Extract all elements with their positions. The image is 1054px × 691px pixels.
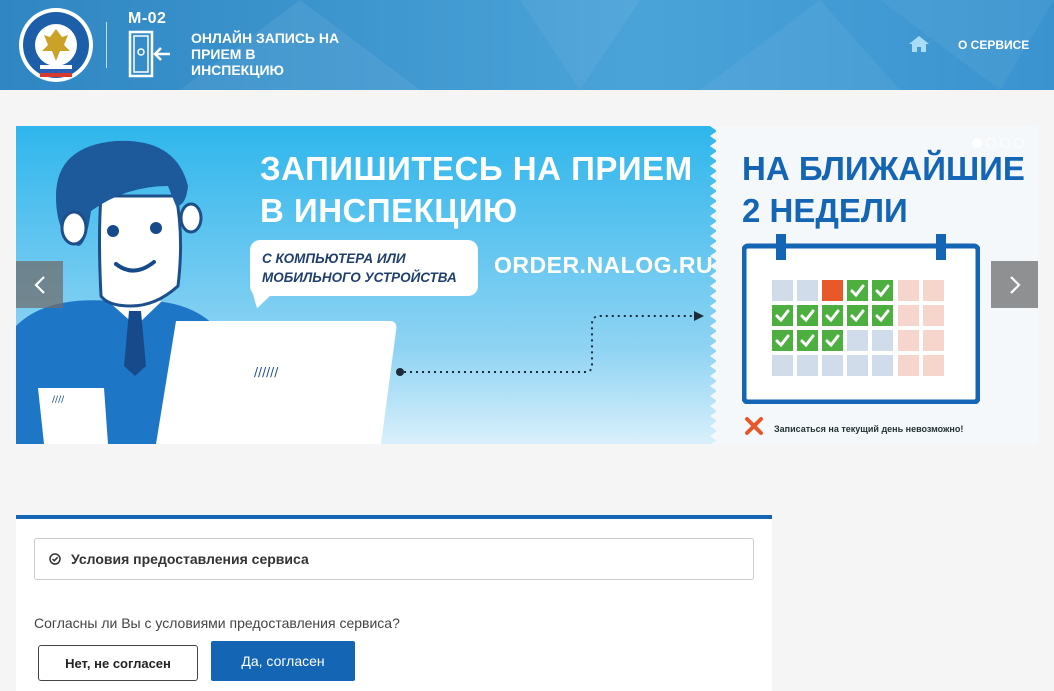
home-icon[interactable] xyxy=(908,35,930,53)
door-enter-icon xyxy=(128,30,170,78)
decline-button[interactable]: Нет, не согласен xyxy=(38,645,198,681)
carousel-next-button[interactable] xyxy=(991,261,1038,308)
nav-about-service[interactable]: О СЕРВИСЕ xyxy=(958,38,1029,52)
calendar-illustration xyxy=(742,234,980,404)
chevron-right-icon xyxy=(1009,275,1021,294)
dotted-arrow xyxy=(396,311,704,376)
banner-bubble: С КОМПЬЮТЕРА ИЛИ МОБИЛЬНОГО УСТРОЙСТВА xyxy=(250,240,478,296)
carousel-dot[interactable] xyxy=(972,138,982,148)
terms-question: Согласны ли Вы с условиями предоставлени… xyxy=(34,615,400,631)
banner-note: Записаться на текущий день невозможно! xyxy=(774,424,964,434)
banner-title: ЗАПИШИТЕСЬ НА ПРИЕМ В ИНСПЕКЦИЮ xyxy=(260,150,693,229)
banner-right-title: НА БЛИЖАЙШИЕ 2 НЕДЕЛИ xyxy=(742,150,1025,229)
terms-panel: Условия предоставления сервиса Согласны … xyxy=(16,515,772,691)
service-title: ОНЛАЙН ЗАПИСЬ НА ПРИЕМ В ИНСПЕКЦИЮ xyxy=(191,30,340,78)
carousel-dot[interactable] xyxy=(986,138,996,148)
fns-logo[interactable] xyxy=(18,7,94,83)
site-header: М-02 ОНЛАЙН ЗАПИСЬ НА ПРИЕМ В ИНСПЕКЦИЮ … xyxy=(0,0,1054,90)
banner-zigzag xyxy=(710,126,724,444)
cross-icon xyxy=(745,417,763,435)
carousel-dot[interactable] xyxy=(1014,138,1024,148)
check-circle-icon xyxy=(49,553,61,565)
chevron-left-icon xyxy=(33,275,45,294)
accordion-title: Условия предоставления сервиса xyxy=(71,551,309,567)
carousel-prev-button[interactable] xyxy=(16,261,63,308)
promo-carousel: //// ////// ЗАПИШИТЕСЬ НА ПРИЕМ В ИНСПЕК… xyxy=(16,126,1038,444)
badge-marks: //// xyxy=(52,395,65,405)
terms-accordion-header[interactable]: Условия предоставления сервиса xyxy=(34,538,754,580)
service-code: М-02 xyxy=(128,10,167,27)
banner-site: ORDER.NALOG.RU xyxy=(494,252,714,278)
carousel-dot[interactable] xyxy=(1000,138,1010,148)
header-divider xyxy=(106,22,107,68)
accept-button[interactable]: Да, согласен xyxy=(211,641,355,681)
laptop-marks: ////// xyxy=(254,365,279,379)
carousel-indicators xyxy=(972,138,1024,148)
